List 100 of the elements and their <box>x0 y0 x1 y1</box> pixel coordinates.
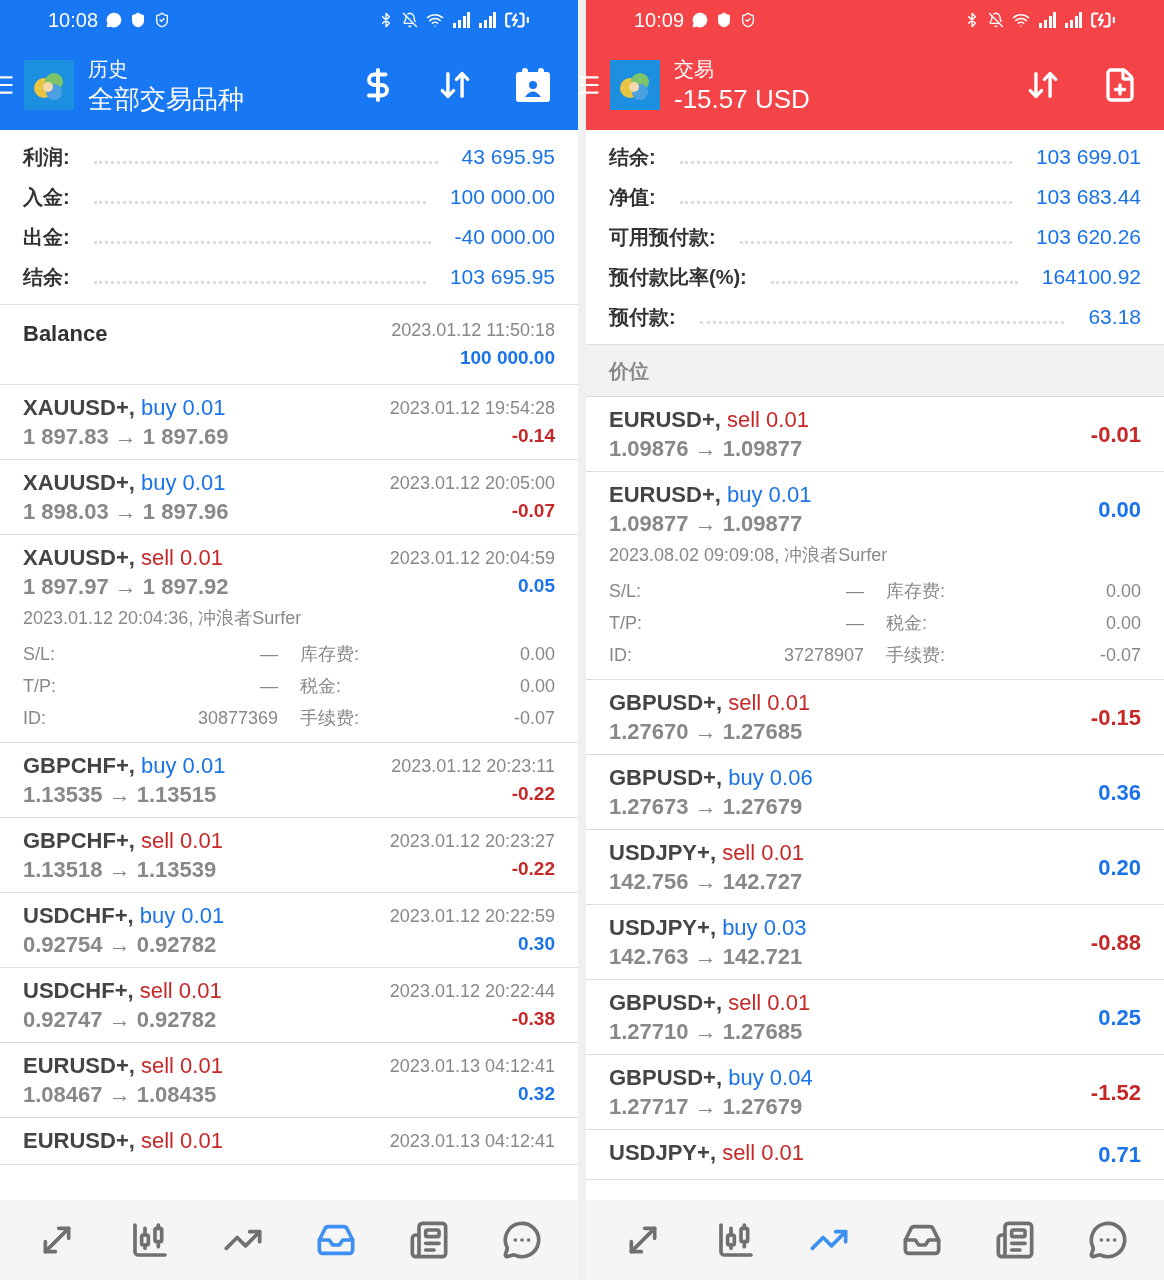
deal-time: 2023.01.12 20:22:44 <box>389 980 555 1003</box>
shield-check-icon <box>740 12 757 28</box>
deal-prices: 1 897.83 → 1 897.69 <box>23 423 229 451</box>
detail-value: 30877369 <box>197 706 278 730</box>
deal-title: XAUUSD+, buy 0.01 <box>23 394 227 422</box>
detail-value: 0.00 <box>519 642 555 666</box>
deal-prices: 1.08467 → 1.08435 <box>23 1081 218 1109</box>
detail-label: T/P: <box>609 611 642 635</box>
deal-profit: 0.00 <box>1098 495 1141 524</box>
app-logo-icon <box>24 60 74 110</box>
detail-value: 0.00 <box>1105 579 1141 603</box>
deal-profit: -0.22 <box>511 857 555 881</box>
deal-title: XAUUSD+, buy 0.01 <box>23 469 227 497</box>
deal-time: 2023.01.12 20:22:59 <box>389 905 555 928</box>
deal-prices: 1.27673 → 1.27679 <box>609 793 804 821</box>
deal-prices: 1 897.97 → 1 897.92 <box>23 573 229 601</box>
detail-label: ID: <box>23 706 46 730</box>
deal-profit: 0.20 <box>1098 853 1141 882</box>
open-time: 2023.08.02 09:09:08, 冲浪者Surfer <box>609 544 889 567</box>
section-header: 价位 <box>586 345 1164 397</box>
deal-profit: 0.25 <box>1098 1003 1141 1032</box>
summary-value: 63.18 <box>1088 303 1141 330</box>
deal-title: EURUSD+, sell 0.01 <box>609 406 809 434</box>
deal-title: USDJPY+, buy 0.03 <box>609 914 807 942</box>
detail-value: 0.00 <box>519 674 555 698</box>
deal-title: EURUSD+, sell 0.01 <box>23 1127 223 1155</box>
detail-label: S/L: <box>609 579 642 603</box>
summary-value: 103 695.95 <box>449 263 555 290</box>
screen-title: 交易 <box>674 57 715 82</box>
summary-label: 预付款比率(%): <box>609 265 747 290</box>
deal-time: 2023.01.12 20:23:27 <box>389 830 555 853</box>
deal-profit: 0.32 <box>518 1082 555 1106</box>
detail-label: 库存费: <box>300 642 359 666</box>
deal-profit: -0.38 <box>511 1007 555 1031</box>
deal-time: 2023.01.13 04:12:41 <box>389 1130 555 1153</box>
detail-label: 库存费: <box>886 579 945 603</box>
deal-time: 2023.01.12 20:23:11 <box>391 755 555 778</box>
deal-prices: 0.92747 → 0.92782 <box>23 1006 218 1034</box>
summary-label: 可用预付款: <box>609 225 716 250</box>
deal-profit: -0.07 <box>511 499 555 523</box>
deal-prices: 0.92754 → 0.92782 <box>23 931 218 959</box>
wifi-icon <box>1012 11 1030 29</box>
calendar-icon[interactable] <box>514 66 552 104</box>
deal-prices: 142.756 → 142.727 <box>609 868 804 896</box>
clock: 10:08 <box>48 8 99 33</box>
summary-value: -40 000.00 <box>454 223 555 250</box>
screen-title: 历史 <box>88 57 129 82</box>
deal-title: USDJPY+, sell 0.01 <box>609 839 805 867</box>
summary-label: 利润: <box>23 145 70 170</box>
shield-icon <box>716 12 733 28</box>
summary-value: 103 683.44 <box>1035 183 1141 210</box>
deal-title: GBPCHF+, buy 0.01 <box>23 752 226 780</box>
deal-profit: 0.36 <box>1098 778 1141 807</box>
summary-value: 43 695.95 <box>461 143 555 170</box>
deal-title: GBPUSD+, sell 0.01 <box>609 689 811 717</box>
shield-check-icon <box>154 12 171 28</box>
deal-time: 2023.01.12 20:04:59 <box>389 547 555 570</box>
detail-label: ID: <box>609 643 632 667</box>
summary-label: 净值: <box>609 185 656 210</box>
detail-value: — <box>260 642 278 666</box>
summary-label: 结余: <box>609 145 656 170</box>
deal-profit: -1.52 <box>1090 1078 1141 1107</box>
deal-title: USDCHF+, buy 0.01 <box>23 902 225 930</box>
app-logo-icon <box>610 60 660 110</box>
chat-icon <box>692 12 709 28</box>
deal-prices: 142.763 → 142.721 <box>609 943 804 971</box>
detail-value: — <box>846 611 864 635</box>
detail-value: -0.07 <box>1099 643 1141 667</box>
clock: 10:09 <box>634 8 685 33</box>
detail-value: 37278907 <box>783 643 864 667</box>
detail-value: 0.00 <box>1105 611 1141 635</box>
balance-label: Balance <box>23 320 108 348</box>
deal-title: GBPUSD+, buy 0.04 <box>609 1064 813 1092</box>
shield-icon <box>130 12 147 28</box>
deal-prices: 1.27670 → 1.27685 <box>609 718 804 746</box>
summary-label: 入金: <box>23 185 70 210</box>
deal-profit: -0.01 <box>1090 420 1141 449</box>
deal-title: EURUSD+, buy 0.01 <box>609 481 812 509</box>
deal-title: USDCHF+, sell 0.01 <box>23 977 222 1005</box>
detail-value: — <box>260 674 278 698</box>
detail-label: 手续费: <box>300 706 359 730</box>
summary-value: 100 000.00 <box>449 183 555 210</box>
deal-profit: 0.05 <box>518 574 555 598</box>
deal-prices: 1.27717 → 1.27679 <box>609 1093 804 1121</box>
detail-value: -0.07 <box>513 706 555 730</box>
deal-title: GBPCHF+, sell 0.01 <box>23 827 223 855</box>
signal-icon <box>1064 12 1082 28</box>
bell-off-icon <box>402 12 418 28</box>
summary-value: 103 620.26 <box>1035 223 1141 250</box>
signal-icon <box>478 12 496 28</box>
deal-profit: 0.71 <box>1098 1141 1141 1169</box>
deal-time: 2023.01.12 20:05:00 <box>389 472 555 495</box>
summary-value: 103 699.01 <box>1035 143 1141 170</box>
deal-profit: -0.88 <box>1090 928 1141 957</box>
detail-value: — <box>846 579 864 603</box>
deal-profit: 0.30 <box>518 932 555 956</box>
signal-icon <box>452 12 470 28</box>
deal-title: EURUSD+, sell 0.01 <box>23 1052 223 1080</box>
balance-amount: 100 000.00 <box>459 346 555 370</box>
deal-profit: -0.14 <box>511 424 555 448</box>
